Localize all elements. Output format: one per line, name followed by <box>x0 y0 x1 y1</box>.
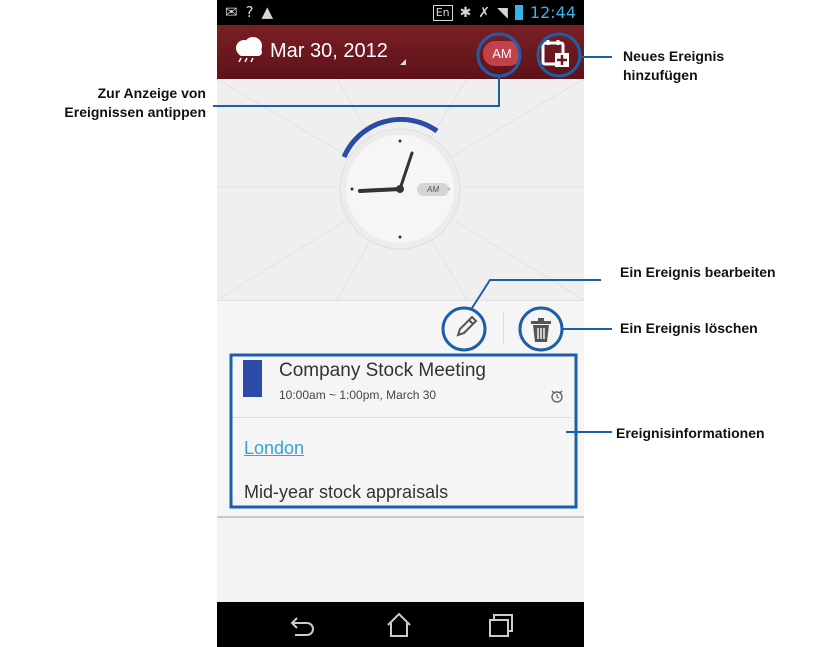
card-divider <box>231 417 571 418</box>
annotation-edit-event: Ein Ereignis bearbeiten <box>620 264 776 280</box>
mute-icon: ✗ <box>478 4 491 21</box>
home-icon[interactable] <box>386 612 412 638</box>
clock-area[interactable]: AM <box>217 79 584 300</box>
language-indicator: En <box>432 4 453 21</box>
annotation-add-event-line1: Neues Ereignis <box>623 48 725 64</box>
annotation-tap-events-line1: Zur Anzeige von <box>97 85 206 101</box>
empty-area <box>217 518 584 602</box>
status-time: 12:44 <box>529 3 576 22</box>
weather-icon <box>236 37 262 62</box>
add-event-icon[interactable] <box>540 38 570 68</box>
header-bar: Mar 30, 2012 AM <box>217 25 584 79</box>
annotation-tap-events-line2: Ereignissen antippen <box>64 104 206 120</box>
event-time: 10:00am ~ 1:00pm, March 30 <box>279 388 437 402</box>
annotation-add-event: Neues Ereignis hinzufügen <box>623 47 724 85</box>
action-separator <box>503 311 504 345</box>
analog-clock <box>339 117 461 250</box>
navigation-bar <box>217 602 584 647</box>
status-bar: ✉ ? ▲ En ✱ ✗ ◥ 12:44 <box>217 0 584 25</box>
annotation-tap-events: Zur Anzeige von Ereignissen antippen <box>64 84 206 122</box>
status-indicators: En ✱ ✗ ◥ 12:44 <box>432 3 576 22</box>
warning-icon: ▲ <box>261 3 274 21</box>
event-description: Mid-year stock appraisals <box>244 482 449 502</box>
annotation-event-info: Ereignisinformationen <box>616 425 765 441</box>
wifi-icon: ◥ <box>497 4 508 21</box>
annotation-delete-event: Ein Ereignis löschen <box>620 320 758 336</box>
phone-screen: ✉ ? ▲ En ✱ ✗ ◥ 12:44 Mar 30, 2012 AM AM … <box>217 0 584 647</box>
delete-icon[interactable] <box>530 317 552 343</box>
event-color-indicator <box>243 360 262 397</box>
am-pm-toggle[interactable]: AM <box>483 41 521 66</box>
annotation-add-event-line2: hinzufügen <box>623 67 698 83</box>
clock-am-label: AM <box>417 183 449 196</box>
event-card[interactable]: Company Stock Meeting 10:00am ~ 1:00pm, … <box>217 356 584 518</box>
help-icon: ? <box>245 3 254 21</box>
back-icon[interactable] <box>289 612 315 638</box>
alarm-icon <box>551 390 563 403</box>
mail-icon: ✉ <box>225 3 238 21</box>
recents-icon[interactable] <box>488 612 514 638</box>
event-location-link[interactable]: London <box>244 438 304 459</box>
event-action-row <box>217 300 584 357</box>
dropdown-caret-icon <box>400 59 406 65</box>
date-selector[interactable]: Mar 30, 2012 <box>270 40 388 63</box>
event-title: Company Stock Meeting <box>279 360 486 381</box>
edit-icon[interactable] <box>452 313 480 341</box>
battery-icon <box>514 5 523 20</box>
status-notifications: ✉ ? ▲ <box>225 3 273 21</box>
bluetooth-icon: ✱ <box>459 4 472 21</box>
